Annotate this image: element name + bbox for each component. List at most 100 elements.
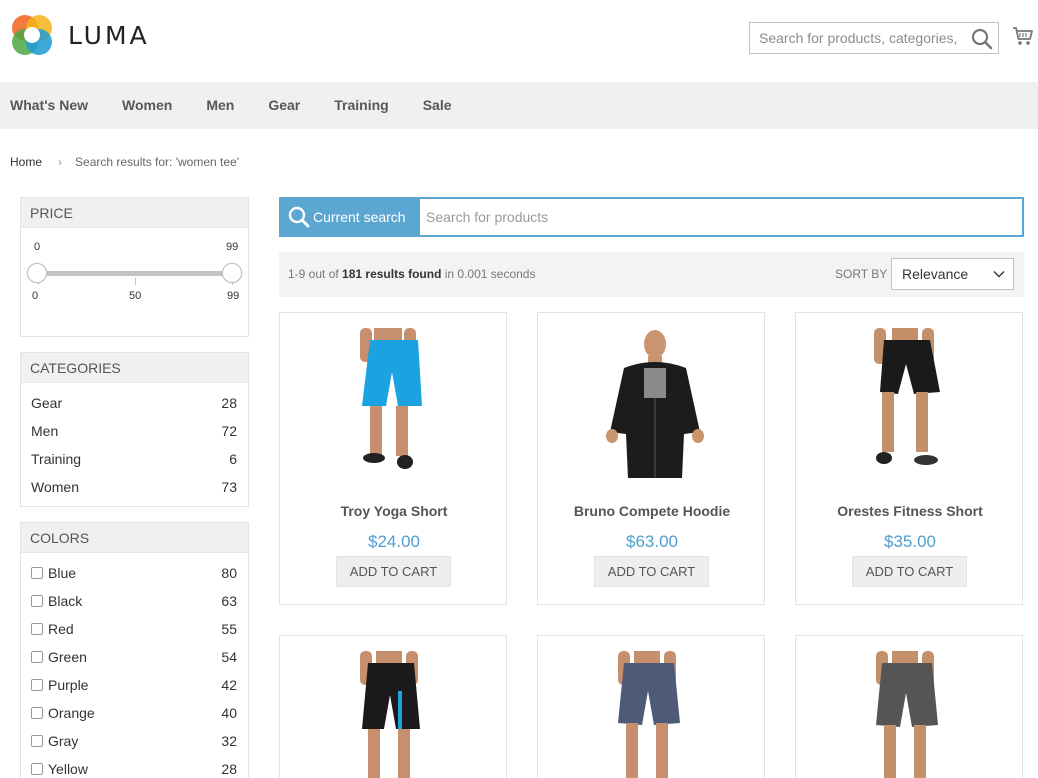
product-name[interactable]: Troy Yoga Short <box>280 503 508 519</box>
facet-item-count: 6 <box>229 451 237 467</box>
facet-item-label: Gear <box>31 395 63 411</box>
product-card[interactable]: Troy Yoga Short $24.00 ADD TO CART <box>279 312 507 605</box>
category-item-women[interactable]: Women 73 <box>31 473 237 501</box>
nav-item-sale[interactable]: Sale <box>406 82 469 129</box>
price-slider-track[interactable] <box>38 271 233 276</box>
color-checkbox[interactable] <box>31 763 43 775</box>
color-checkbox[interactable] <box>31 595 43 607</box>
facet-item-label: Training <box>31 451 82 467</box>
product-name[interactable]: Bruno Compete Hoodie <box>538 503 766 519</box>
color-checkbox[interactable] <box>31 707 43 719</box>
category-item-men[interactable]: Men 72 <box>31 417 237 445</box>
color-checkbox[interactable] <box>31 679 43 691</box>
search-icon <box>288 206 310 228</box>
nav-item-women[interactable]: Women <box>105 82 189 129</box>
facet-item-count: 32 <box>221 733 237 749</box>
color-item-black[interactable]: Black 63 <box>31 587 237 615</box>
facet-item-label: Men <box>31 423 59 439</box>
color-checkbox[interactable] <box>31 735 43 747</box>
color-checkbox[interactable] <box>31 567 43 579</box>
current-search-input[interactable] <box>420 199 1022 235</box>
sort-select[interactable]: Relevance <box>891 258 1014 290</box>
luma-logo[interactable]: LUMA <box>10 13 150 57</box>
facet-item-label: Women <box>31 479 79 495</box>
price-scale-label: 50 <box>129 290 142 302</box>
product-card[interactable] <box>279 635 507 778</box>
product-image-black-hoodie[interactable] <box>538 328 766 478</box>
header-search-input[interactable] <box>750 23 962 53</box>
add-to-cart-button[interactable]: ADD TO CART <box>336 556 451 587</box>
color-item-yellow[interactable]: Yellow 28 <box>31 755 237 778</box>
current-search-label-box: Current search <box>281 199 420 235</box>
facet-item-count: 42 <box>221 677 237 693</box>
price-slider-min-handle[interactable] <box>27 263 47 283</box>
color-checkbox[interactable] <box>31 623 43 635</box>
facet-item-label: Red <box>48 621 74 637</box>
color-item-gray[interactable]: Gray 32 <box>31 727 237 755</box>
nav-item-whats-new[interactable]: What's New <box>0 82 105 129</box>
brand-name: LUMA <box>68 20 150 50</box>
breadcrumb: Home › Search results for: 'women tee' <box>10 155 239 169</box>
facet-item-count: 28 <box>221 761 237 777</box>
product-card[interactable]: Bruno Compete Hoodie $63.00 ADD TO CART <box>537 312 765 605</box>
product-image-black-shorts[interactable] <box>796 328 1024 478</box>
color-checkbox[interactable] <box>31 651 43 663</box>
color-item-blue[interactable]: Blue 80 <box>31 559 237 587</box>
color-item-purple[interactable]: Purple 42 <box>31 671 237 699</box>
price-scale-label: 0 <box>32 290 39 302</box>
price-max-value: 99 <box>226 241 239 253</box>
product-image-blue-shorts[interactable] <box>280 328 508 478</box>
color-item-red[interactable]: Red 55 <box>31 615 237 643</box>
product-name[interactable]: Orestes Fitness Short <box>796 503 1024 519</box>
results-summary: 1-9 out of 181 results found in 0.001 se… <box>288 267 535 281</box>
nav-item-gear[interactable]: Gear <box>251 82 317 129</box>
price-scale-label: 99 <box>227 290 240 302</box>
search-icon[interactable] <box>970 27 994 51</box>
categories-facet-title: CATEGORIES <box>21 353 248 383</box>
results-time: in 0.001 seconds <box>444 267 536 281</box>
results-count: 181 results found <box>342 267 442 281</box>
chevron-down-icon <box>993 271 1005 278</box>
product-card[interactable] <box>537 635 765 778</box>
facet-item-count: 72 <box>221 423 237 439</box>
price-slider-max-handle[interactable] <box>222 263 242 283</box>
facet-item-label: Purple <box>48 677 89 693</box>
color-item-orange[interactable]: Orange 40 <box>31 699 237 727</box>
header-search <box>749 22 999 54</box>
facet-item-count: 80 <box>221 565 237 581</box>
main-nav: What's New Women Men Gear Training Sale <box>0 82 1038 129</box>
add-to-cart-button[interactable]: ADD TO CART <box>852 556 967 587</box>
luma-logo-icon <box>12 15 52 55</box>
facet-item-count: 40 <box>221 705 237 721</box>
facet-item-label: Green <box>48 649 87 665</box>
breadcrumb-current: Search results for: 'women tee' <box>75 155 240 169</box>
facet-item-label: Blue <box>48 565 77 581</box>
breadcrumb-home[interactable]: Home <box>10 155 42 169</box>
facet-item-count: 54 <box>221 649 237 665</box>
colors-facet-title: COLORS <box>21 523 248 553</box>
cart-icon[interactable] <box>1012 25 1034 47</box>
results-range: 1-9 out of <box>288 267 339 281</box>
price-min-value: 0 <box>34 241 41 253</box>
site-header: LUMA <box>0 0 1038 82</box>
add-to-cart-button[interactable]: ADD TO CART <box>594 556 709 587</box>
product-image-gray-shorts[interactable] <box>796 651 1024 778</box>
category-item-gear[interactable]: Gear 28 <box>31 389 237 417</box>
breadcrumb-separator-icon: › <box>58 155 63 169</box>
nav-item-men[interactable]: Men <box>189 82 251 129</box>
product-price: $24.00 <box>368 532 420 551</box>
category-item-training[interactable]: Training 6 <box>31 445 237 473</box>
facet-item-label: Black <box>48 593 83 609</box>
product-image-black-blue-shorts[interactable] <box>280 651 508 778</box>
facet-item-label: Yellow <box>48 761 88 777</box>
facet-item-label: Orange <box>48 705 95 721</box>
nav-item-training[interactable]: Training <box>317 82 405 129</box>
results-toolbar: 1-9 out of 181 results found in 0.001 se… <box>279 252 1024 297</box>
product-price: $63.00 <box>626 532 678 551</box>
product-image-slate-shorts[interactable] <box>538 651 766 778</box>
color-item-green[interactable]: Green 54 <box>31 643 237 671</box>
product-card[interactable] <box>795 635 1023 778</box>
categories-facet: CATEGORIES Gear 28 Men 72 Training 6 Wom… <box>20 352 249 507</box>
product-card[interactable]: Orestes Fitness Short $35.00 ADD TO CART <box>795 312 1023 605</box>
price-facet-title: PRICE <box>21 198 248 228</box>
